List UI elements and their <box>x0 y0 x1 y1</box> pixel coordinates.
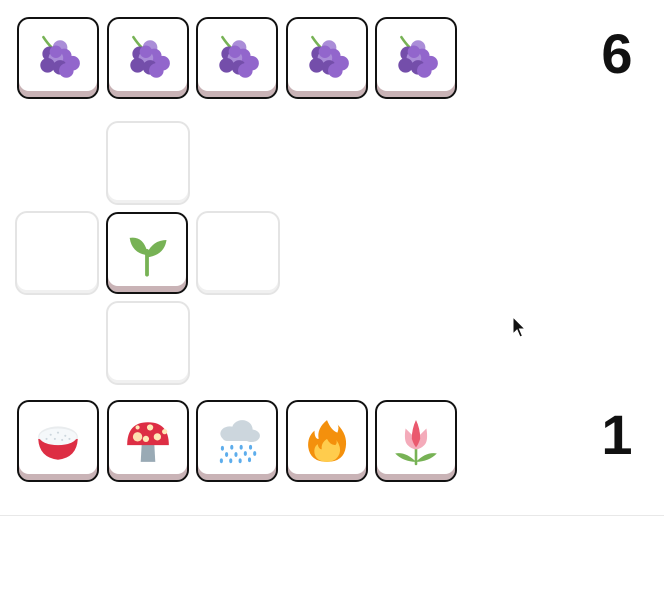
seedling-icon <box>121 227 173 279</box>
empty-slot-down[interactable] <box>106 301 190 385</box>
hand-tile-4[interactable] <box>286 400 368 482</box>
hand-tile-5[interactable] <box>375 400 457 482</box>
grapes-icon <box>391 33 441 83</box>
top-tile-3[interactable] <box>196 17 278 99</box>
fire-icon <box>302 416 352 466</box>
mouse-cursor-icon <box>512 316 526 338</box>
mushroom-icon <box>123 416 173 466</box>
rice-bowl-icon <box>33 416 83 466</box>
empty-slot-left[interactable] <box>15 211 99 295</box>
top-tile-5[interactable] <box>375 17 457 99</box>
empty-slot-right[interactable] <box>196 211 280 295</box>
rain-cloud-icon <box>212 416 262 466</box>
top-count: 6 <box>601 22 633 85</box>
board-center-tile[interactable] <box>106 212 188 294</box>
hand-tile-1[interactable] <box>17 400 99 482</box>
top-tile-1[interactable] <box>17 17 99 99</box>
empty-slot-up[interactable] <box>106 121 190 205</box>
grapes-icon <box>123 33 173 83</box>
grapes-icon <box>212 33 262 83</box>
tulip-icon <box>391 416 441 466</box>
grapes-icon <box>33 33 83 83</box>
bottom-count: 1 <box>601 403 633 466</box>
divider <box>0 515 664 516</box>
hand-tile-2[interactable] <box>107 400 189 482</box>
top-tile-4[interactable] <box>286 17 368 99</box>
grapes-icon <box>302 33 352 83</box>
hand-tile-3[interactable] <box>196 400 278 482</box>
top-tile-2[interactable] <box>107 17 189 99</box>
